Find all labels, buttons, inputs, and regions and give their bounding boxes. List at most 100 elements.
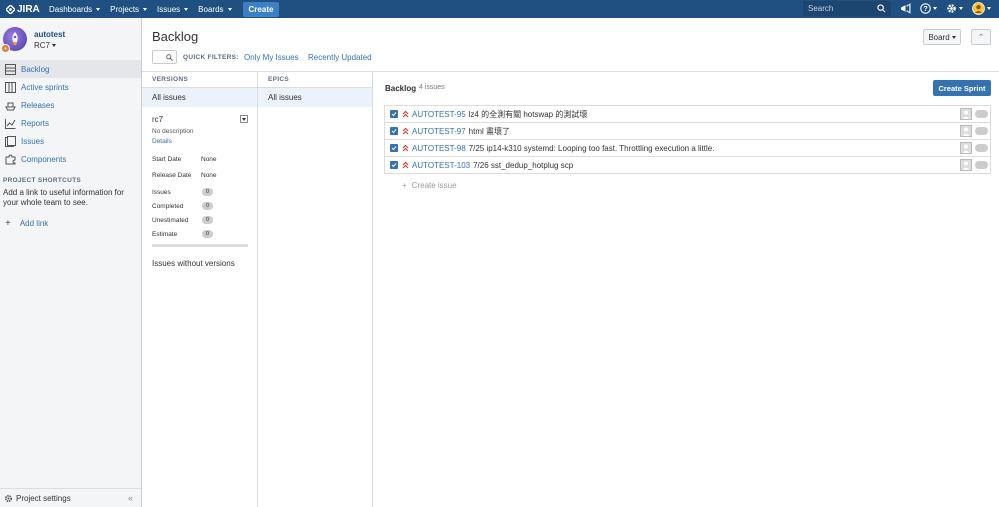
issue-key-link[interactable]: AUTOTEST-98	[412, 144, 466, 153]
version-name[interactable]: rc7	[152, 115, 248, 124]
version-unestimated-row: Unestimated 0	[152, 216, 248, 224]
chart-icon	[5, 118, 16, 129]
version-card: rc7 No description Details Start Date No…	[152, 115, 248, 255]
estimate-badge	[975, 144, 988, 152]
sidebar-item-label: Components	[21, 154, 67, 164]
gear-icon	[4, 494, 13, 502]
task-type-icon	[390, 110, 398, 118]
table-row[interactable]: AUTOTEST-95 lz4 的全測有關 hotswap 的測試壞	[385, 106, 990, 123]
gear-icon[interactable]	[946, 2, 963, 15]
filter-only-my-issues[interactable]: Only My Issues	[244, 53, 299, 62]
nav-dashboards-label: Dashboards	[49, 4, 93, 14]
issue-summary: 7/25 ip14-k310 systemd: Looping too fast…	[468, 143, 715, 153]
unassigned-avatar-icon[interactable]	[960, 142, 972, 154]
issues-without-versions[interactable]: Issues without versions	[152, 259, 235, 268]
version-issues-row: Issues 0	[152, 188, 248, 196]
release-date-value: None	[201, 172, 217, 179]
user-avatar-icon[interactable]	[972, 2, 991, 15]
megaphone-icon[interactable]	[900, 2, 911, 15]
issues-count-badge: 0	[202, 188, 213, 196]
project-settings-link[interactable]: Project settings «	[0, 488, 141, 507]
nav-boards[interactable]: Boards	[193, 0, 236, 18]
start-date-value: None	[201, 156, 217, 163]
create-button[interactable]: Create	[242, 1, 280, 17]
jira-logo[interactable]: JIRA	[6, 4, 44, 15]
task-type-icon	[390, 161, 398, 169]
completed-label: Completed	[152, 203, 184, 210]
sidebar-item-label: Issues	[21, 136, 45, 146]
collapse-sidebar-icon[interactable]: «	[128, 493, 133, 503]
plus-icon: +	[5, 218, 11, 229]
completed-count-badge: 0	[202, 202, 213, 210]
version-release-date-row: Release Date None	[152, 172, 248, 179]
epics-all-issues[interactable]: All issues	[258, 88, 372, 107]
issues-icon	[5, 135, 16, 147]
epics-heading: EPICS	[258, 71, 372, 88]
version-actions-dropdown[interactable]	[240, 115, 248, 123]
unassigned-avatar-icon[interactable]	[960, 125, 972, 137]
chevron-down-icon	[933, 7, 937, 10]
create-sprint-button[interactable]: Create Sprint	[933, 80, 991, 96]
jira-logo-text: JIRA	[17, 3, 40, 15]
chevron-down-icon	[951, 35, 956, 39]
sidebar-item-reports[interactable]: Reports	[0, 114, 141, 132]
sidebar-item-issues[interactable]: Issues	[0, 132, 141, 150]
table-row[interactable]: AUTOTEST-97 html 畫壞了	[385, 123, 990, 140]
nav-dashboards[interactable]: Dashboards	[44, 0, 105, 18]
chevron-down-icon	[184, 7, 189, 11]
create-issue-button[interactable]: + Create issue	[402, 181, 457, 190]
puzzle-icon	[5, 153, 16, 164]
project-settings-label: Project settings	[16, 493, 71, 503]
estimate-badge	[975, 161, 988, 169]
plus-icon: +	[402, 181, 407, 190]
estimate-count-badge: 0	[202, 230, 213, 238]
issue-key-link[interactable]: AUTOTEST-97	[412, 127, 466, 136]
add-link-button[interactable]: + Add link	[5, 218, 48, 229]
search-placeholder: Search	[808, 4, 834, 13]
issue-key-link[interactable]: AUTOTEST-95	[412, 110, 466, 119]
nav-projects[interactable]: Projects	[105, 0, 152, 18]
jira-logo-icon	[6, 4, 15, 14]
nav-issues-label: Issues	[157, 4, 181, 14]
task-type-icon	[390, 127, 398, 135]
unassigned-avatar-icon[interactable]	[960, 159, 972, 171]
version-details-link[interactable]: Details	[152, 138, 248, 145]
priority-highest-icon	[402, 161, 409, 169]
table-row[interactable]: AUTOTEST-103 7/26 sst_dedup_hotplug scp	[385, 157, 990, 174]
project-version: RC7	[34, 41, 51, 50]
help-icon[interactable]: ?	[920, 2, 937, 15]
version-start-date-row: Start Date None	[152, 156, 248, 163]
board-button[interactable]: Board	[923, 29, 961, 45]
priority-highest-icon	[402, 127, 409, 135]
sidebar-item-releases[interactable]: Releases	[0, 96, 141, 114]
epics-panel: EPICS All issues	[258, 71, 373, 507]
svg-text:?: ?	[923, 5, 927, 13]
project-name[interactable]: autotest	[34, 30, 65, 39]
table-row[interactable]: AUTOTEST-98 7/25 ip14-k310 systemd: Loop…	[385, 140, 990, 157]
priority-highest-icon	[402, 110, 409, 118]
priority-highest-icon	[402, 144, 409, 152]
search-icon	[877, 4, 886, 13]
project-shortcuts-title: PROJECT SHORTCUTS	[3, 177, 82, 184]
sidebar-item-components[interactable]: Components	[0, 150, 141, 168]
add-link-label: Add link	[19, 219, 49, 228]
unestimated-label: Unestimated	[152, 217, 189, 224]
project-shortcuts-text: Add a link to useful information for you…	[3, 188, 124, 207]
sidebar-item-active-sprints[interactable]: Active sprints	[0, 78, 141, 96]
chevron-down-icon	[52, 44, 57, 47]
quick-filter-search-input[interactable]	[152, 50, 177, 64]
nav-issues[interactable]: Issues	[152, 0, 193, 18]
version-estimate-row: Estimate 0	[152, 230, 248, 238]
backlog-panel: Backlog 4 issues Create Sprint AUTOTEST-…	[373, 71, 999, 507]
board-icon	[5, 81, 16, 93]
sidebar-item-backlog[interactable]: Backlog	[0, 60, 141, 78]
project-version-selector[interactable]: RC7	[34, 41, 57, 50]
create-issue-label: Create issue	[411, 181, 457, 190]
filter-recently-updated[interactable]: Recently Updated	[308, 53, 372, 62]
collapse-header-button[interactable]: ⌃	[971, 29, 991, 45]
unassigned-avatar-icon[interactable]	[960, 108, 972, 120]
versions-all-issues[interactable]: All issues	[142, 88, 257, 107]
release-date-label: Release Date	[152, 172, 192, 179]
search-input[interactable]: Search	[803, 1, 891, 16]
issue-key-link[interactable]: AUTOTEST-103	[412, 161, 470, 170]
